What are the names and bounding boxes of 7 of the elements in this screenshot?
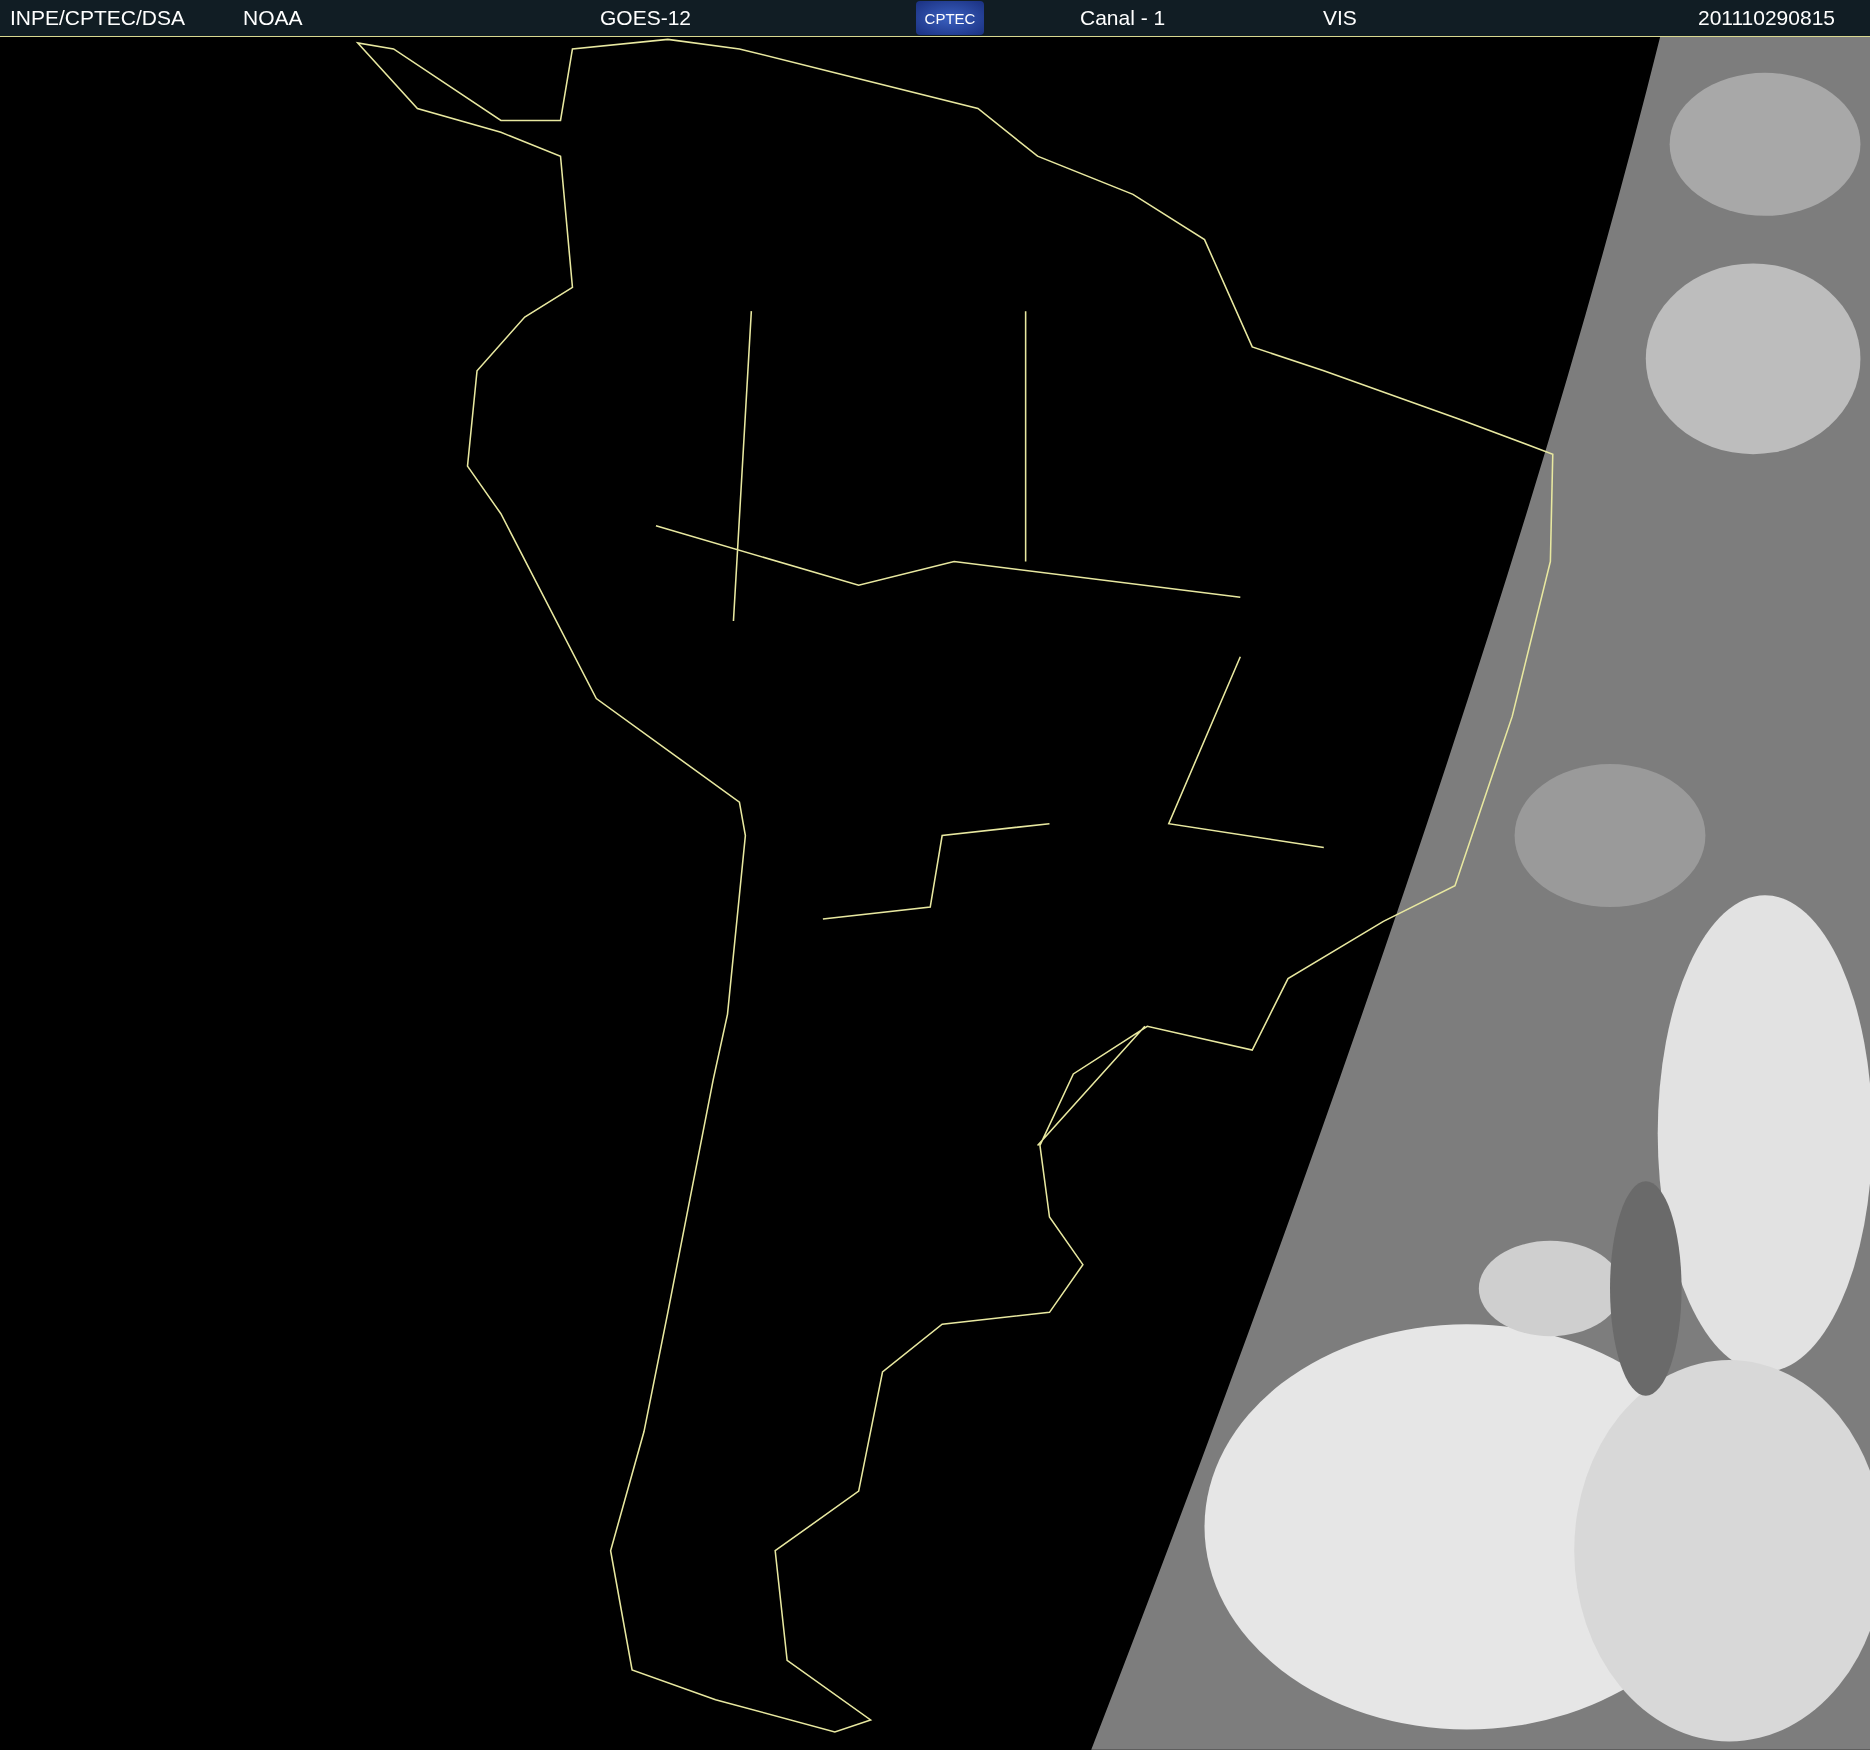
logo: CPTEC	[916, 1, 984, 35]
timestamp: 201110290815	[1697, 6, 1835, 30]
header-label: INPE/CPTEC/DSA	[10, 6, 186, 30]
header-label: GOES-12	[600, 6, 692, 30]
band-label: VIS	[1323, 6, 1357, 30]
header-label: NOAA	[243, 6, 303, 30]
channel-label: Canal - 1	[1080, 6, 1166, 30]
